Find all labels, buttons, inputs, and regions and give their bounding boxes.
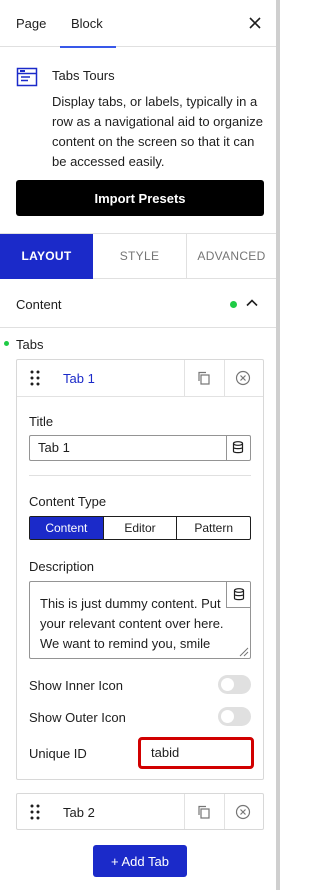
sidebar-header: Page Block (0, 0, 276, 48)
panel-tabs: LAYOUT STYLE ADVANCED (0, 233, 276, 279)
block-description: Display tabs, or labels, typically in a … (52, 94, 264, 169)
database-icon (232, 441, 244, 454)
drag-handle-icon[interactable] (30, 370, 40, 386)
content-type-pattern-button[interactable]: Pattern (176, 517, 250, 539)
dynamic-data-button[interactable] (226, 582, 250, 608)
content-panel-header[interactable]: Content (0, 280, 276, 328)
tab-item-1-header[interactable]: Tab 1 (17, 360, 263, 397)
database-icon (233, 588, 245, 601)
add-tab-button[interactable]: + Add Tab (93, 845, 187, 877)
block-tabs-icon (16, 67, 38, 87)
show-outer-icon-toggle[interactable] (218, 707, 251, 726)
modified-indicator (230, 301, 237, 308)
close-icon[interactable] (246, 14, 264, 32)
tab-item-2: Tab 2 (16, 793, 264, 830)
duplicate-icon[interactable] (196, 804, 212, 820)
tab-block[interactable]: Block (60, 0, 116, 48)
separator (184, 360, 185, 397)
chevron-up-icon[interactable] (246, 298, 258, 308)
content-type-editor-button[interactable]: Editor (102, 517, 177, 539)
divider (29, 475, 251, 476)
title-input-value: Tab 1 (38, 440, 70, 455)
remove-icon[interactable] (235, 804, 251, 820)
drag-handle-icon[interactable] (30, 804, 40, 820)
tab-style[interactable]: STYLE (93, 234, 186, 279)
separator (224, 794, 225, 829)
title-label: Title (29, 414, 54, 429)
unique-id-input[interactable]: tabid (138, 737, 254, 769)
tabs-modified-indicator (4, 341, 9, 346)
separator (184, 794, 185, 829)
description-value: This is just dummy content. Put your rel… (40, 596, 224, 658)
content-type-label: Content Type (29, 494, 107, 509)
show-inner-icon-toggle[interactable] (218, 675, 251, 694)
show-outer-icon-label: Show Outer Icon (29, 710, 126, 725)
tab-item-1-name: Tab 1 (63, 371, 95, 386)
unique-id-label: Unique ID (29, 746, 87, 761)
title-input[interactable]: Tab 1 (29, 435, 251, 461)
tab-item-2-name: Tab 2 (63, 805, 95, 820)
tab-page[interactable]: Page (16, 0, 46, 47)
import-presets-button[interactable]: Import Presets (16, 180, 264, 216)
tabs-label: Tabs (16, 337, 44, 352)
show-inner-icon-label: Show Inner Icon (29, 678, 123, 693)
tab-layout[interactable]: LAYOUT (0, 234, 93, 279)
content-type-selector: Content Editor Pattern (29, 516, 251, 540)
block-title: Tabs Tours (52, 68, 115, 83)
content-type-content-button[interactable]: Content (30, 517, 103, 539)
scrollbar-thumb[interactable] (276, 0, 280, 890)
tab-advanced[interactable]: ADVANCED (186, 234, 276, 279)
content-panel-title: Content (16, 297, 62, 312)
dynamic-data-button[interactable] (226, 435, 250, 461)
tab-item-2-header[interactable]: Tab 2 (17, 794, 263, 829)
duplicate-icon[interactable] (196, 370, 212, 386)
separator (224, 360, 225, 397)
description-textarea[interactable]: This is just dummy content. Put your rel… (29, 581, 251, 659)
remove-icon[interactable] (235, 370, 251, 386)
description-label: Description (29, 559, 95, 574)
resize-handle-icon[interactable] (238, 646, 249, 657)
